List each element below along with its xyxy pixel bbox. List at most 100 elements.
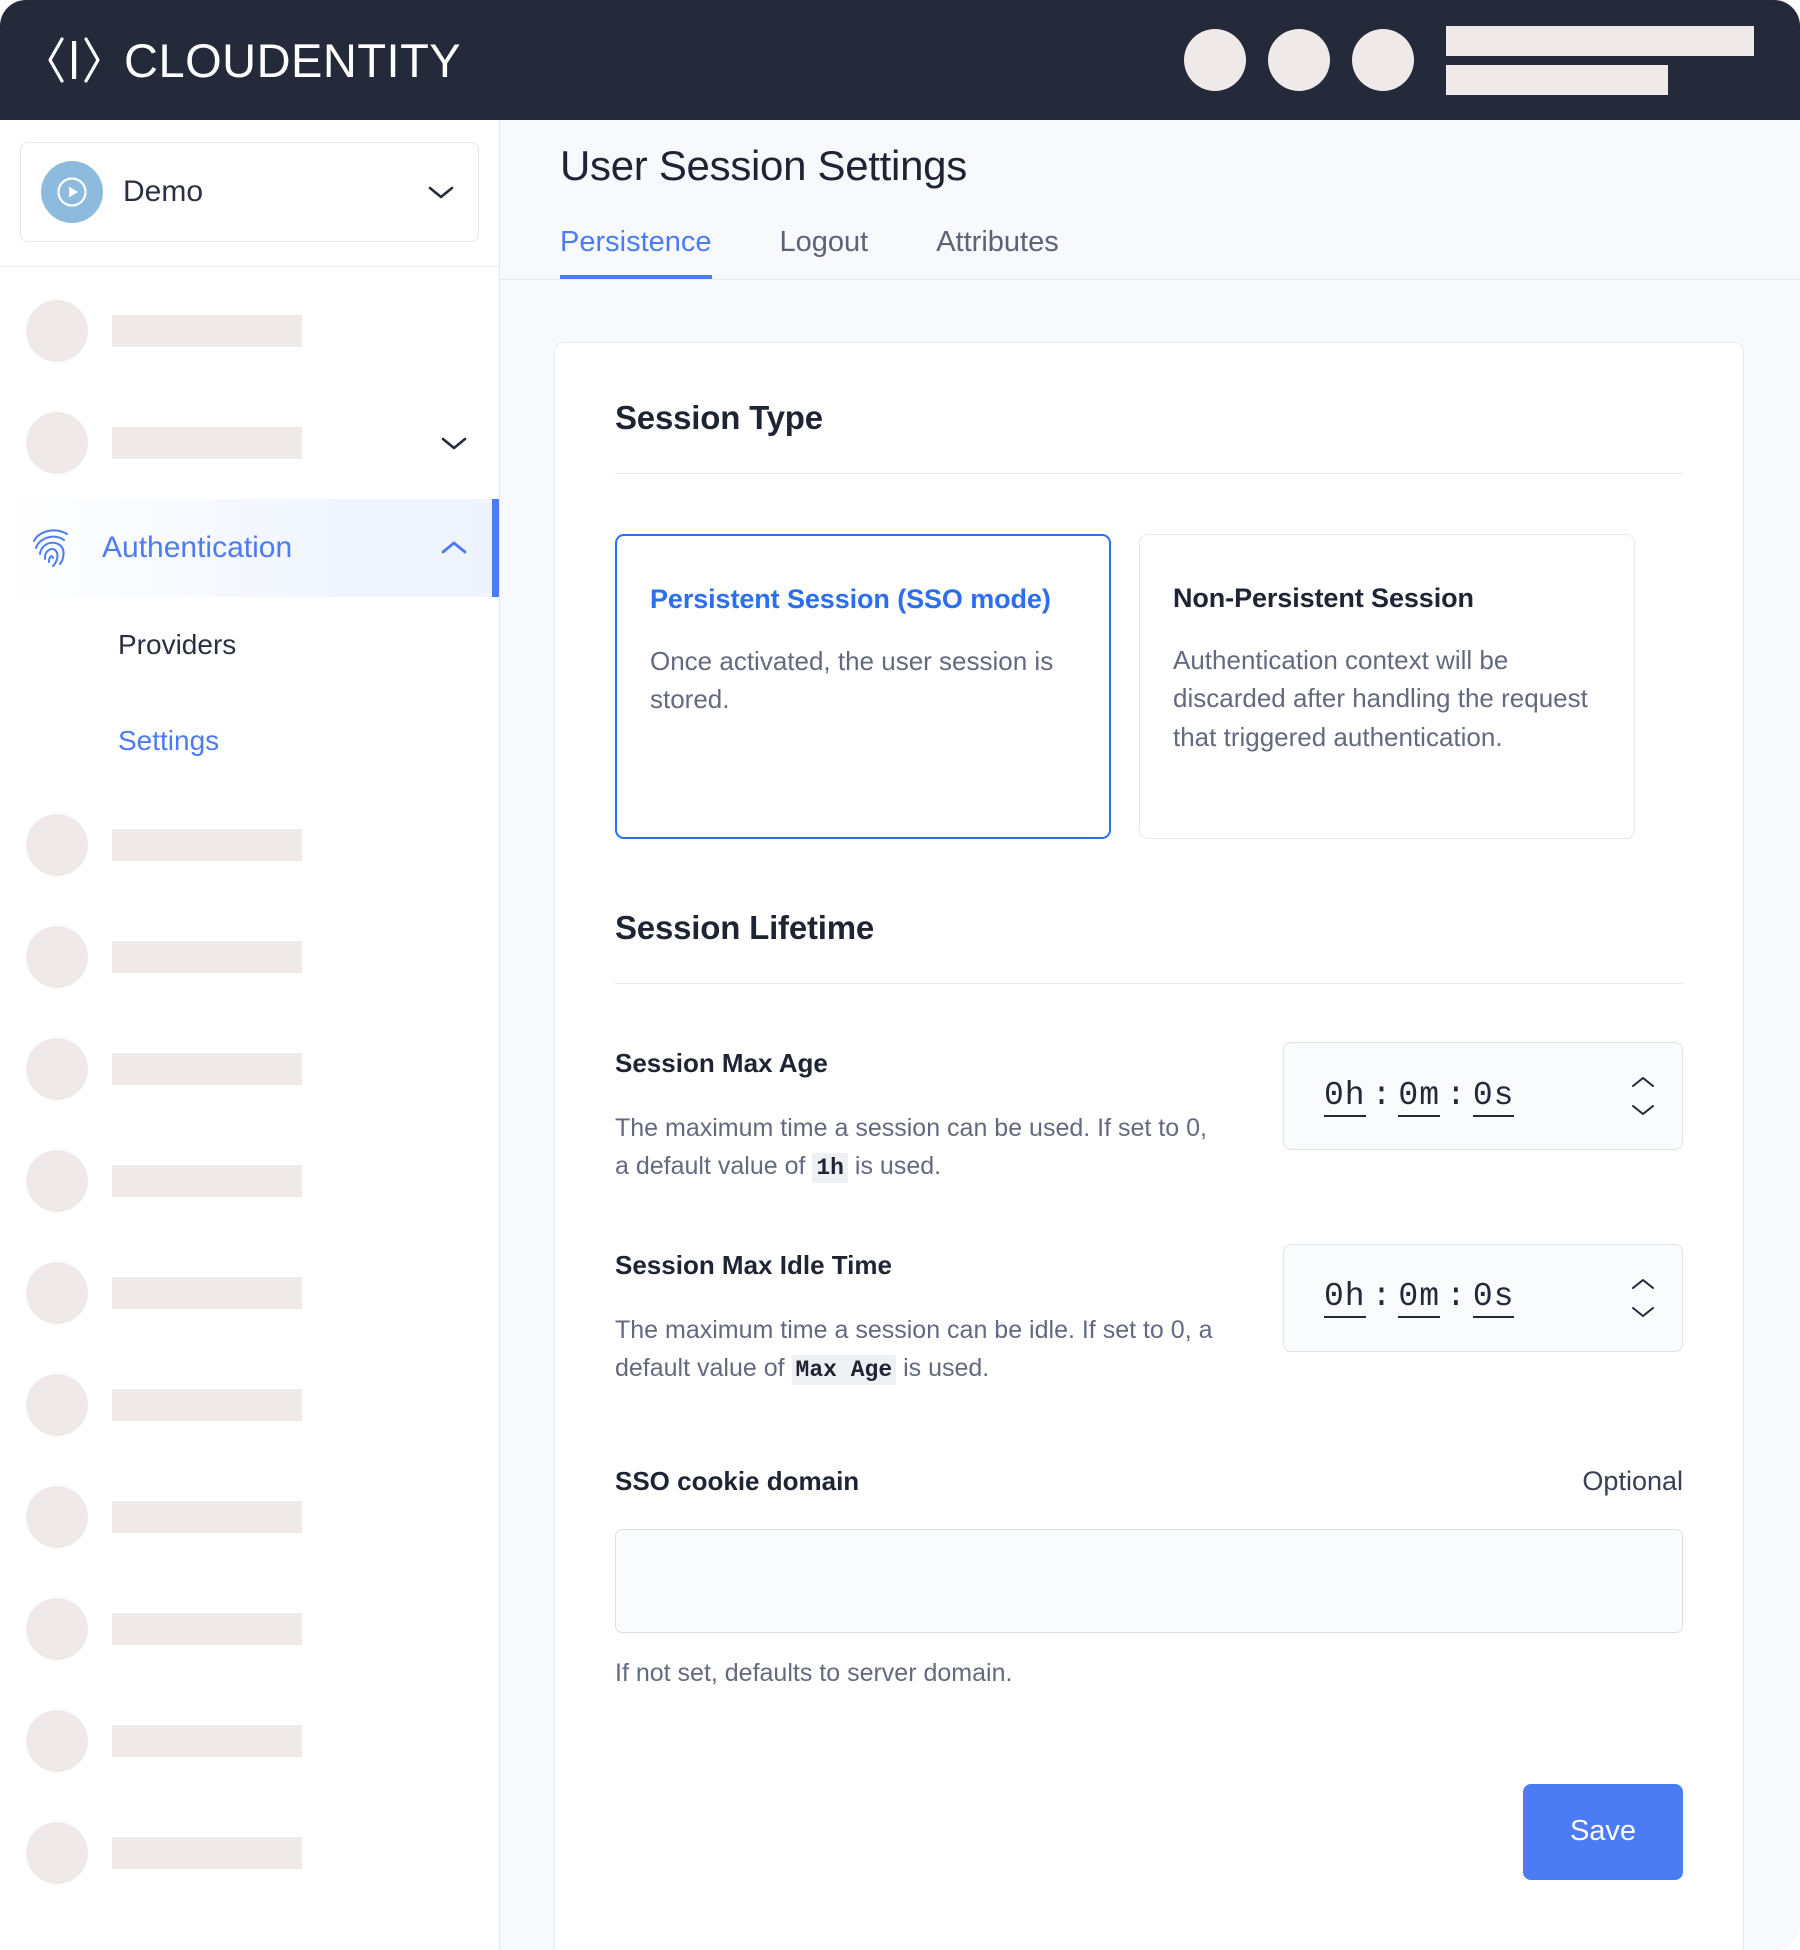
session-type-option-persistent[interactable]: Persistent Session (SSO mode) Once activ… (615, 534, 1111, 839)
app-window: CLOUDENTITY Demo Authentication Provider… (0, 0, 1800, 1950)
page-title: User Session Settings (560, 142, 967, 189)
divider (615, 983, 1683, 984)
option-description: Once activated, the user session is stor… (650, 646, 1054, 715)
nav-label-placeholder (112, 1389, 302, 1421)
sidebar-item-providers[interactable]: Providers (0, 597, 499, 693)
tenant-selector[interactable]: Demo (20, 142, 479, 242)
time-seconds[interactable]: 0s (1472, 1076, 1515, 1117)
nav-item-placeholder[interactable] (0, 275, 499, 387)
nav-icon-placeholder (26, 1486, 88, 1548)
avatar-placeholder[interactable] (1352, 29, 1414, 91)
chevron-down-icon[interactable] (1630, 1103, 1656, 1117)
sidebar-item-authentication[interactable]: Authentication (0, 499, 499, 597)
help-suffix: is used. (896, 1353, 990, 1382)
nav-item-placeholder[interactable] (0, 901, 499, 1013)
nav-label-placeholder (112, 829, 302, 861)
tab-logout[interactable]: Logout (780, 226, 869, 279)
top-bar: CLOUDENTITY (0, 0, 1800, 120)
field-text: Session Max Age The maximum time a sessi… (615, 1042, 1215, 1186)
time-separator: : (1446, 1076, 1467, 1114)
time-stepper[interactable] (1630, 1075, 1656, 1117)
sidebar: Demo Authentication Providers Settings (0, 120, 500, 1950)
time-separator: : (1371, 1278, 1393, 1316)
time-seconds[interactable]: 0s (1472, 1278, 1515, 1319)
settings-panel: Session Type Persistent Session (SSO mod… (554, 342, 1744, 1950)
play-circle-icon (41, 161, 103, 223)
nav-item-placeholder[interactable] (0, 1013, 499, 1125)
tab-attributes[interactable]: Attributes (936, 226, 1059, 279)
nav-item-placeholder[interactable] (0, 1125, 499, 1237)
nav-label-placeholder (112, 1165, 302, 1197)
time-value: 0h : 0m : 0s (1324, 1076, 1614, 1117)
session-max-idle-time-input[interactable]: 0h : 0m : 0s (1283, 1243, 1683, 1352)
sso-cookie-domain-input[interactable] (615, 1528, 1683, 1633)
section-title-session-type: Session Type (615, 399, 823, 436)
session-type-option-non-persistent[interactable]: Non-Persistent Session Authentication co… (1139, 534, 1635, 839)
nav-label-placeholder (112, 1837, 302, 1869)
avatar-placeholder[interactable] (1184, 29, 1246, 91)
nav-list: Authentication Providers Settings (0, 267, 499, 1909)
help-suffix: is used. (847, 1152, 942, 1180)
brand: CLOUDENTITY (46, 33, 461, 87)
avatar-placeholder[interactable] (1268, 29, 1330, 91)
time-minutes[interactable]: 0m (1398, 1278, 1441, 1319)
nav-icon-placeholder (26, 1262, 88, 1324)
sidebar-item-label: Authentication (102, 531, 293, 564)
sso-helper-text: If not set, defaults to server domain. (615, 1658, 1013, 1687)
session-max-age-time-input[interactable]: 0h : 0m : 0s (1283, 1042, 1683, 1150)
option-title: Non-Persistent Session (1173, 583, 1474, 613)
nav-icon-placeholder (26, 814, 88, 876)
time-minutes[interactable]: 0m (1398, 1076, 1441, 1117)
nav-item-placeholder[interactable] (0, 789, 499, 901)
tab-persistence[interactable]: Persistence (560, 226, 712, 279)
nav-icon-placeholder (26, 1822, 88, 1884)
nav-item-placeholder[interactable] (0, 1237, 499, 1349)
chevron-down-icon[interactable] (426, 183, 456, 201)
optional-badge: Optional (1582, 1465, 1683, 1496)
nav-item-placeholder[interactable] (0, 387, 499, 499)
field-label: Session Max Age (615, 1048, 828, 1078)
option-title: Persistent Session (SSO mode) (650, 584, 1051, 614)
nav-label-placeholder (112, 427, 302, 459)
chevron-up-icon[interactable] (1630, 1277, 1656, 1291)
chevron-down-icon[interactable] (439, 434, 469, 452)
nav-icon-placeholder (26, 1598, 88, 1660)
text-placeholder-bar (1446, 64, 1668, 95)
field-session-max-idle-time: Session Max Idle Time The maximum time a… (615, 1243, 1683, 1388)
time-separator: : (1446, 1278, 1467, 1316)
session-type-options: Persistent Session (SSO mode) Once activ… (615, 534, 1683, 839)
fingerprint-icon (33, 529, 68, 567)
nav-item-placeholder[interactable] (0, 1573, 499, 1685)
chevron-down-icon[interactable] (1630, 1305, 1656, 1319)
field-help: The maximum time a session can be idle. … (615, 1311, 1215, 1388)
chevron-up-icon[interactable] (1630, 1075, 1656, 1089)
field-sso-cookie-domain: SSO cookie domain Optional If not set, d… (615, 1466, 1683, 1688)
time-separator: : (1371, 1076, 1393, 1114)
time-stepper[interactable] (1630, 1277, 1656, 1319)
field-label: SSO cookie domain (615, 1465, 860, 1496)
main-content: User Session Settings Persistence Logout… (500, 120, 1800, 1950)
nav-label-placeholder (112, 315, 302, 347)
sidebar-subitem-label: Providers (118, 629, 237, 660)
nav-label-placeholder (112, 1613, 302, 1645)
nav-item-placeholder[interactable] (0, 1461, 499, 1573)
time-hours[interactable]: 0h (1324, 1076, 1366, 1117)
nav-icon-placeholder (26, 1374, 88, 1436)
help-code: 1h (812, 1153, 848, 1183)
nav-label-placeholder (112, 1277, 302, 1309)
time-hours[interactable]: 0h (1324, 1278, 1366, 1319)
tab-bar: Persistence Logout Attributes (560, 226, 1800, 279)
sidebar-item-settings[interactable]: Settings (0, 693, 499, 789)
nav-item-placeholder[interactable] (0, 1349, 499, 1461)
tenant-selector-section: Demo (0, 120, 499, 267)
nav-item-placeholder[interactable] (0, 1797, 499, 1909)
chevron-up-icon[interactable] (439, 539, 469, 557)
text-placeholder-bar (1446, 25, 1754, 56)
angle-brackets-logo-icon (48, 37, 100, 83)
help-code: Max Age (791, 1354, 897, 1385)
nav-icon-placeholder (26, 926, 88, 988)
save-button[interactable]: Save (1523, 1783, 1683, 1880)
page-header: User Session Settings Persistence Logout… (500, 120, 1800, 280)
nav-label-placeholder (112, 1501, 302, 1533)
nav-item-placeholder[interactable] (0, 1685, 499, 1797)
